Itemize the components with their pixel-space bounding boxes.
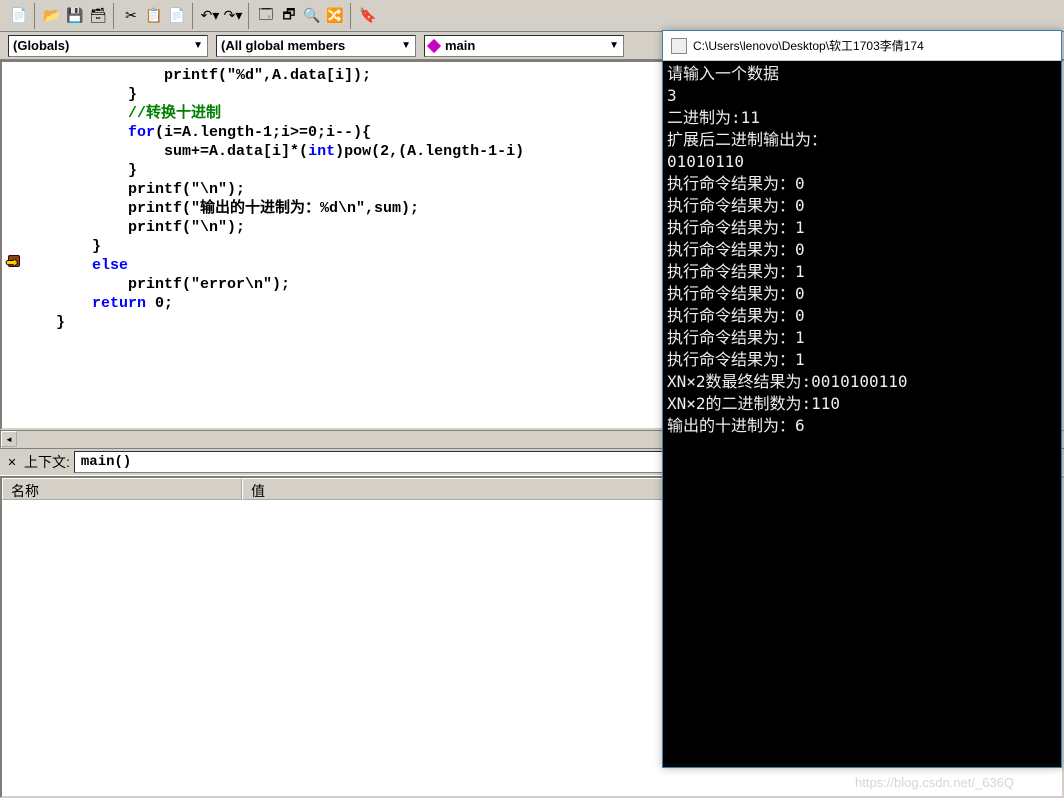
open-icon[interactable]: 📂	[41, 5, 63, 27]
main-toolbar: 📄 📂 💾 🗃 ✂ 📋 📄 ↶▾ ↷▾ 🗔 🗗 🔍 🔀 🔖	[0, 0, 1064, 32]
console-titlebar[interactable]: C:\Users\lenovo\Desktop\软工1703李倩174	[663, 31, 1061, 61]
toggle-icon[interactable]: 🔀	[324, 5, 346, 27]
find-icon[interactable]: 🔍	[301, 5, 323, 27]
copy-icon[interactable]: 📋	[143, 5, 165, 27]
chevron-down-icon: ▼	[609, 40, 619, 51]
scope-dropdown[interactable]: (Globals) ▼	[8, 35, 208, 57]
console-app-icon	[671, 38, 687, 54]
current-line-arrow-icon: ➡	[6, 254, 18, 271]
watch-col-name[interactable]: 名称	[2, 478, 242, 500]
cut-icon[interactable]: ✂	[120, 5, 142, 27]
function-dropdown[interactable]: main ▼	[424, 35, 624, 57]
console-output[interactable]: 请输入一个数据 3 二进制为:11 扩展后二进制输出为： 01010110 执行…	[663, 61, 1061, 767]
undo-icon[interactable]: ↶▾	[199, 5, 221, 27]
paste-icon[interactable]: 📄	[166, 5, 188, 27]
members-label: (All global members	[221, 38, 345, 53]
console-window: C:\Users\lenovo\Desktop\软工1703李倩174 请输入一…	[662, 30, 1062, 768]
bookmark-icon[interactable]: 🔖	[357, 5, 379, 27]
save-all-icon[interactable]: 🗃	[87, 5, 109, 27]
chevron-down-icon: ▼	[401, 40, 411, 51]
function-icon	[427, 38, 441, 52]
members-dropdown[interactable]: (All global members ▼	[216, 35, 416, 57]
workspace-icon[interactable]: 🗔	[255, 5, 277, 27]
redo-icon[interactable]: ↷▾	[222, 5, 244, 27]
scope-label: (Globals)	[13, 38, 69, 53]
editor-gutter: ➡	[2, 62, 30, 428]
save-icon[interactable]: 💾	[64, 5, 86, 27]
console-title: C:\Users\lenovo\Desktop\软工1703李倩174	[693, 37, 924, 54]
watermark: https://blog.csdn.net/_636Q	[855, 775, 1014, 790]
context-label: 上下文:	[24, 452, 70, 472]
scroll-left-button[interactable]: ◄	[1, 431, 17, 447]
new-file-icon[interactable]: 📄	[8, 5, 30, 27]
function-label: main	[445, 38, 475, 53]
close-icon[interactable]: ✕	[4, 454, 20, 470]
chevron-down-icon: ▼	[193, 40, 203, 51]
file-view-icon[interactable]: 🗗	[278, 5, 300, 27]
